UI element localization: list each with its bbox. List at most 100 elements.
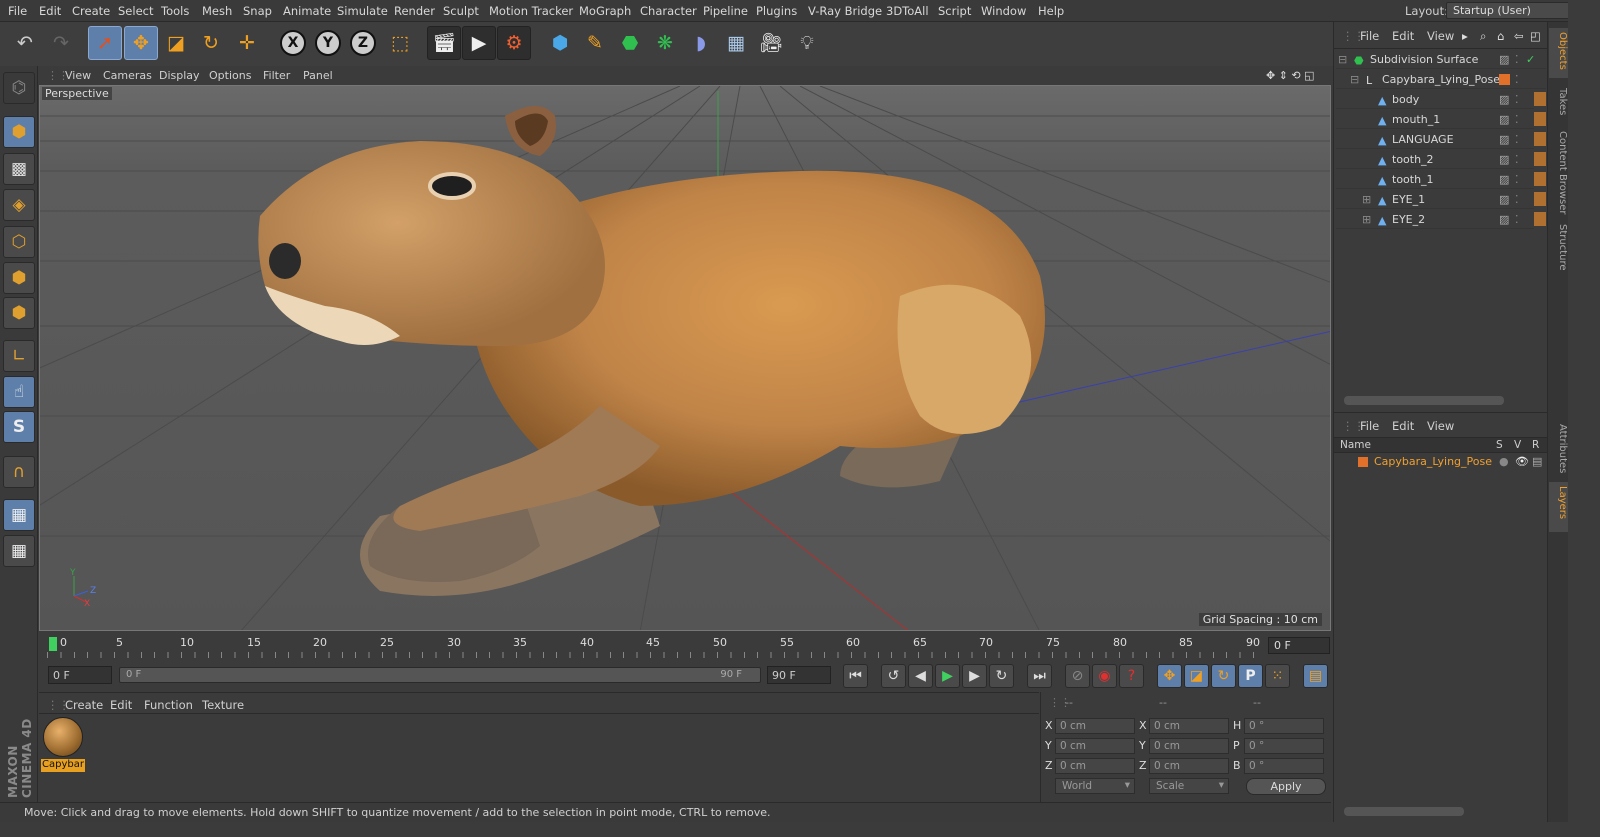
- arrow-right-icon[interactable]: ▸: [1462, 29, 1468, 43]
- make-editable-button[interactable]: ⌬: [3, 72, 35, 104]
- layers-menu-file[interactable]: File: [1360, 419, 1379, 433]
- rot-p-field[interactable]: 0 °: [1244, 738, 1324, 754]
- rotate-tool-button[interactable]: ↻: [194, 26, 228, 60]
- light-button[interactable]: 💡︎: [790, 26, 824, 60]
- z-axis-lock-button[interactable]: Z: [346, 26, 380, 60]
- menu-file[interactable]: File: [8, 4, 27, 18]
- cloner-button[interactable]: ❋: [648, 26, 682, 60]
- render-picture-viewer-button[interactable]: ▶: [462, 26, 496, 60]
- viewport-menu-panel[interactable]: Panel: [303, 69, 333, 82]
- autokey-button[interactable]: ?: [1119, 664, 1144, 688]
- visibility-dots-icon[interactable]: ⁚: [1515, 193, 1519, 206]
- object-row-subdivision-surface[interactable]: ⊟ ⬣ Subdivision Surface ▨ ⁚ ✓: [1336, 50, 1546, 69]
- layer-slot-icon[interactable]: ▨: [1499, 113, 1509, 126]
- menu-create[interactable]: Create: [72, 4, 110, 18]
- viewport-nav-icons[interactable]: ✥ ⇕ ⟲ ◱: [1266, 69, 1315, 82]
- tab-layers[interactable]: Layers: [1549, 482, 1568, 532]
- pos-x-field[interactable]: 0 cm: [1055, 718, 1135, 734]
- transform-tool-button[interactable]: ✛: [230, 26, 264, 60]
- texture-mode-button[interactable]: ▩: [3, 153, 35, 185]
- record-keys-off-button[interactable]: ⊘: [1065, 664, 1090, 688]
- next-frame-button[interactable]: ▶: [962, 664, 987, 688]
- render-clapper-icon[interactable]: ▤: [1532, 455, 1542, 468]
- layout-dropdown[interactable]: Startup (User)▾: [1446, 2, 1580, 19]
- material-menu-function[interactable]: Function: [144, 698, 193, 712]
- menu-3dtoall[interactable]: 3DToAll: [886, 4, 929, 18]
- go-to-end-button[interactable]: ⏭: [1027, 664, 1052, 688]
- collapse-icon[interactable]: ⊟: [1338, 53, 1347, 66]
- camera-button[interactable]: 🎥︎: [754, 26, 788, 60]
- visibility-dots-icon[interactable]: ⁚: [1515, 93, 1519, 106]
- home-icon[interactable]: ⌂: [1497, 29, 1504, 43]
- tab-objects[interactable]: Objects: [1549, 28, 1568, 78]
- workplane-mode-button[interactable]: ◈: [3, 189, 35, 221]
- rot-h-field[interactable]: 0 °: [1244, 718, 1324, 734]
- objects-menu-view[interactable]: View: [1427, 29, 1454, 43]
- material-menu-create[interactable]: Create: [65, 698, 103, 712]
- timeline-window-button[interactable]: ▤: [1303, 664, 1328, 688]
- magnet-button[interactable]: ∩: [3, 456, 35, 488]
- layer-slot-icon[interactable]: ▨: [1499, 53, 1509, 66]
- checkmark-icon[interactable]: ✓: [1526, 53, 1535, 66]
- edges-mode-button[interactable]: ⬢: [3, 262, 35, 294]
- scale-tool-button[interactable]: ◪: [159, 26, 193, 60]
- objects-menu-edit[interactable]: Edit: [1392, 29, 1414, 43]
- layers-menu-view[interactable]: View: [1427, 419, 1454, 433]
- layer-list-scrollbar[interactable]: [1344, 807, 1464, 816]
- menu-vray-bridge[interactable]: V-Ray Bridge: [808, 4, 882, 18]
- tweak-mode-button[interactable]: ☝: [3, 376, 35, 408]
- expand-icon[interactable]: ⊞: [1362, 193, 1371, 206]
- previous-key-button[interactable]: ↺: [881, 664, 906, 688]
- menu-pipeline[interactable]: Pipeline: [703, 4, 748, 18]
- playhead-marker[interactable]: [49, 637, 57, 651]
- render-view-button[interactable]: 🎬︎: [427, 26, 461, 60]
- apply-button[interactable]: Apply: [1246, 778, 1326, 795]
- layer-slot-icon[interactable]: ▨: [1499, 213, 1509, 226]
- object-row-tooth-1[interactable]: ▲ tooth_1 ▨ ⁚: [1336, 170, 1546, 189]
- object-row-tooth-2[interactable]: ▲ tooth_2 ▨ ⁚: [1336, 150, 1546, 169]
- menu-render[interactable]: Render: [394, 4, 435, 18]
- record-button[interactable]: ◉: [1092, 664, 1117, 688]
- visibility-dots-icon[interactable]: ⁚: [1515, 133, 1519, 146]
- object-row-body[interactable]: ▲ body ▨ ⁚: [1336, 90, 1546, 109]
- object-row-mouth-1[interactable]: ▲ mouth_1 ▨ ⁚: [1336, 110, 1546, 129]
- object-row-language[interactable]: ▲ LANGUAGE ▨ ⁚: [1336, 130, 1546, 149]
- y-axis-lock-button[interactable]: Y: [311, 26, 345, 60]
- objects-menu-file[interactable]: File: [1360, 29, 1379, 43]
- x-axis-lock-button[interactable]: X: [276, 26, 310, 60]
- model-mode-button[interactable]: ⬢: [3, 116, 35, 148]
- rot-b-field[interactable]: 0 °: [1244, 758, 1324, 774]
- visibility-dots-icon[interactable]: ⁚: [1515, 153, 1519, 166]
- solo-dot-icon[interactable]: ●: [1499, 455, 1509, 468]
- size-x-field[interactable]: 0 cm: [1149, 718, 1229, 734]
- spline-pen-button[interactable]: ✎: [578, 26, 612, 60]
- live-selection-button[interactable]: ➚: [88, 26, 122, 60]
- visibility-dots-icon[interactable]: ⁚: [1515, 173, 1519, 186]
- visibility-dots-icon[interactable]: ⁚: [1515, 73, 1519, 86]
- material-tags-column[interactable]: [1534, 92, 1546, 232]
- menu-plugins[interactable]: Plugins: [756, 4, 797, 18]
- menu-select[interactable]: Select: [118, 4, 153, 18]
- menu-character[interactable]: Character: [640, 4, 697, 18]
- object-row-eye-1[interactable]: ⊞ ▲ EYE_1 ▨ ⁚: [1336, 190, 1546, 209]
- subdivision-surface-button[interactable]: ⬣: [613, 26, 647, 60]
- new-panel-icon[interactable]: ◰: [1530, 29, 1541, 43]
- visibility-dots-icon[interactable]: ⁚: [1515, 213, 1519, 226]
- next-key-button[interactable]: ↻: [989, 664, 1014, 688]
- viewport-3d[interactable]: Perspective Y Z X Grid Spacing : 10 cm: [39, 85, 1331, 631]
- size-mode-dropdown[interactable]: Scale ▾: [1149, 778, 1229, 794]
- expand-icon[interactable]: ⊞: [1362, 213, 1371, 226]
- start-frame-field[interactable]: 0 F: [48, 666, 112, 684]
- end-frame-field[interactable]: 90 F: [767, 666, 831, 684]
- viewport-menu-options[interactable]: Options: [209, 69, 251, 82]
- menu-animate[interactable]: Animate: [283, 4, 331, 18]
- material-label[interactable]: Capybar: [41, 759, 85, 772]
- coordinate-space-dropdown[interactable]: World ▾: [1055, 778, 1135, 794]
- key-pla-button[interactable]: ⁙: [1265, 664, 1290, 688]
- search-icon[interactable]: ⌕: [1480, 29, 1486, 44]
- layer-slot-icon[interactable]: ▨: [1499, 173, 1509, 186]
- menu-edit[interactable]: Edit: [39, 4, 61, 18]
- floor-button[interactable]: ▦: [719, 26, 753, 60]
- frame-range-slider[interactable]: 0 F 90 F: [119, 667, 761, 683]
- viewport-menu-cameras[interactable]: Cameras: [103, 69, 152, 82]
